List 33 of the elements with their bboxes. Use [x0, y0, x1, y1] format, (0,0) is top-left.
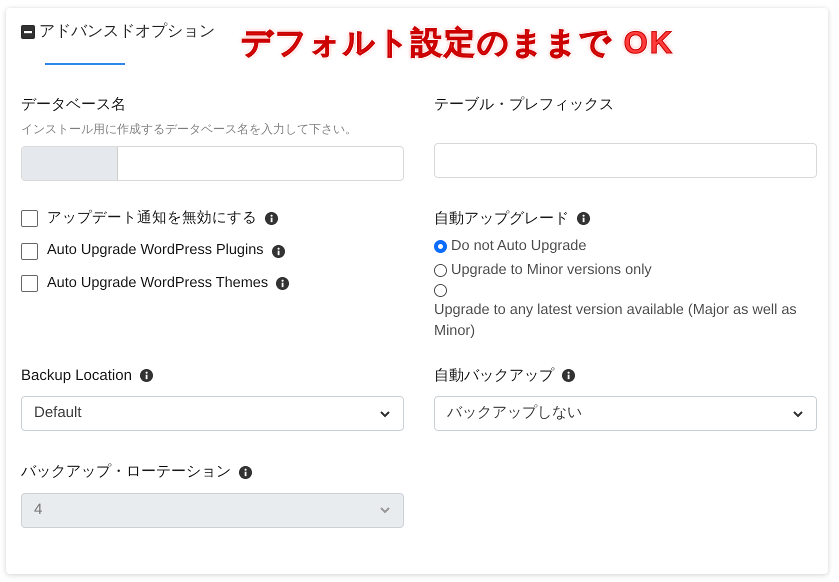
input-field[interactable]	[434, 142, 817, 178]
info-icon[interactable]	[239, 466, 252, 479]
info-icon[interactable]	[276, 277, 290, 290]
select-field[interactable]: バックアップしない	[434, 396, 817, 431]
checkbox-label: アップデート通知を無効にする	[47, 208, 257, 228]
field-label: バックアップ・ローテーション	[21, 462, 231, 482]
info-icon[interactable]	[272, 244, 285, 258]
field-label: 自動アップグレード	[434, 208, 569, 228]
minus-square-icon[interactable]	[21, 25, 35, 39]
select-field[interactable]: Default	[21, 396, 404, 431]
checkbox[interactable]	[21, 242, 38, 260]
select-value: 4	[34, 500, 42, 520]
radio-label: Upgrade to Minor versions only	[451, 261, 652, 280]
select-value: バックアップしない	[447, 403, 582, 424]
field-label: テーブル・プレフィックス	[434, 95, 614, 115]
select-value: Default	[34, 403, 82, 424]
radio-label: Upgrade to any latest version available (Major as well as Minor)	[434, 301, 798, 341]
annotation-text: デフォルト設定のままで OK	[241, 24, 674, 62]
checkbox[interactable]	[21, 275, 38, 292]
hint-text: インストール用に作成するデータベース名を入力して下さい。	[21, 120, 358, 138]
radio-label: Do not Auto Upgrade	[451, 237, 586, 256]
field-label: 自動バックアップ	[434, 366, 554, 386]
checkbox-label: Auto Upgrade WordPress Plugins	[47, 241, 264, 260]
section-title[interactable]: アドバンスドオプション	[39, 20, 215, 44]
info-icon[interactable]	[140, 369, 153, 382]
input-field[interactable]	[21, 146, 404, 180]
checkbox[interactable]	[21, 210, 38, 227]
info-icon[interactable]	[562, 369, 575, 382]
checkbox-label: Auto Upgrade WordPress Themes	[47, 274, 268, 293]
field-label: データベース名	[21, 95, 126, 115]
field-label: Backup Location	[21, 366, 132, 386]
info-icon[interactable]	[265, 212, 278, 225]
info-icon[interactable]	[577, 212, 590, 226]
